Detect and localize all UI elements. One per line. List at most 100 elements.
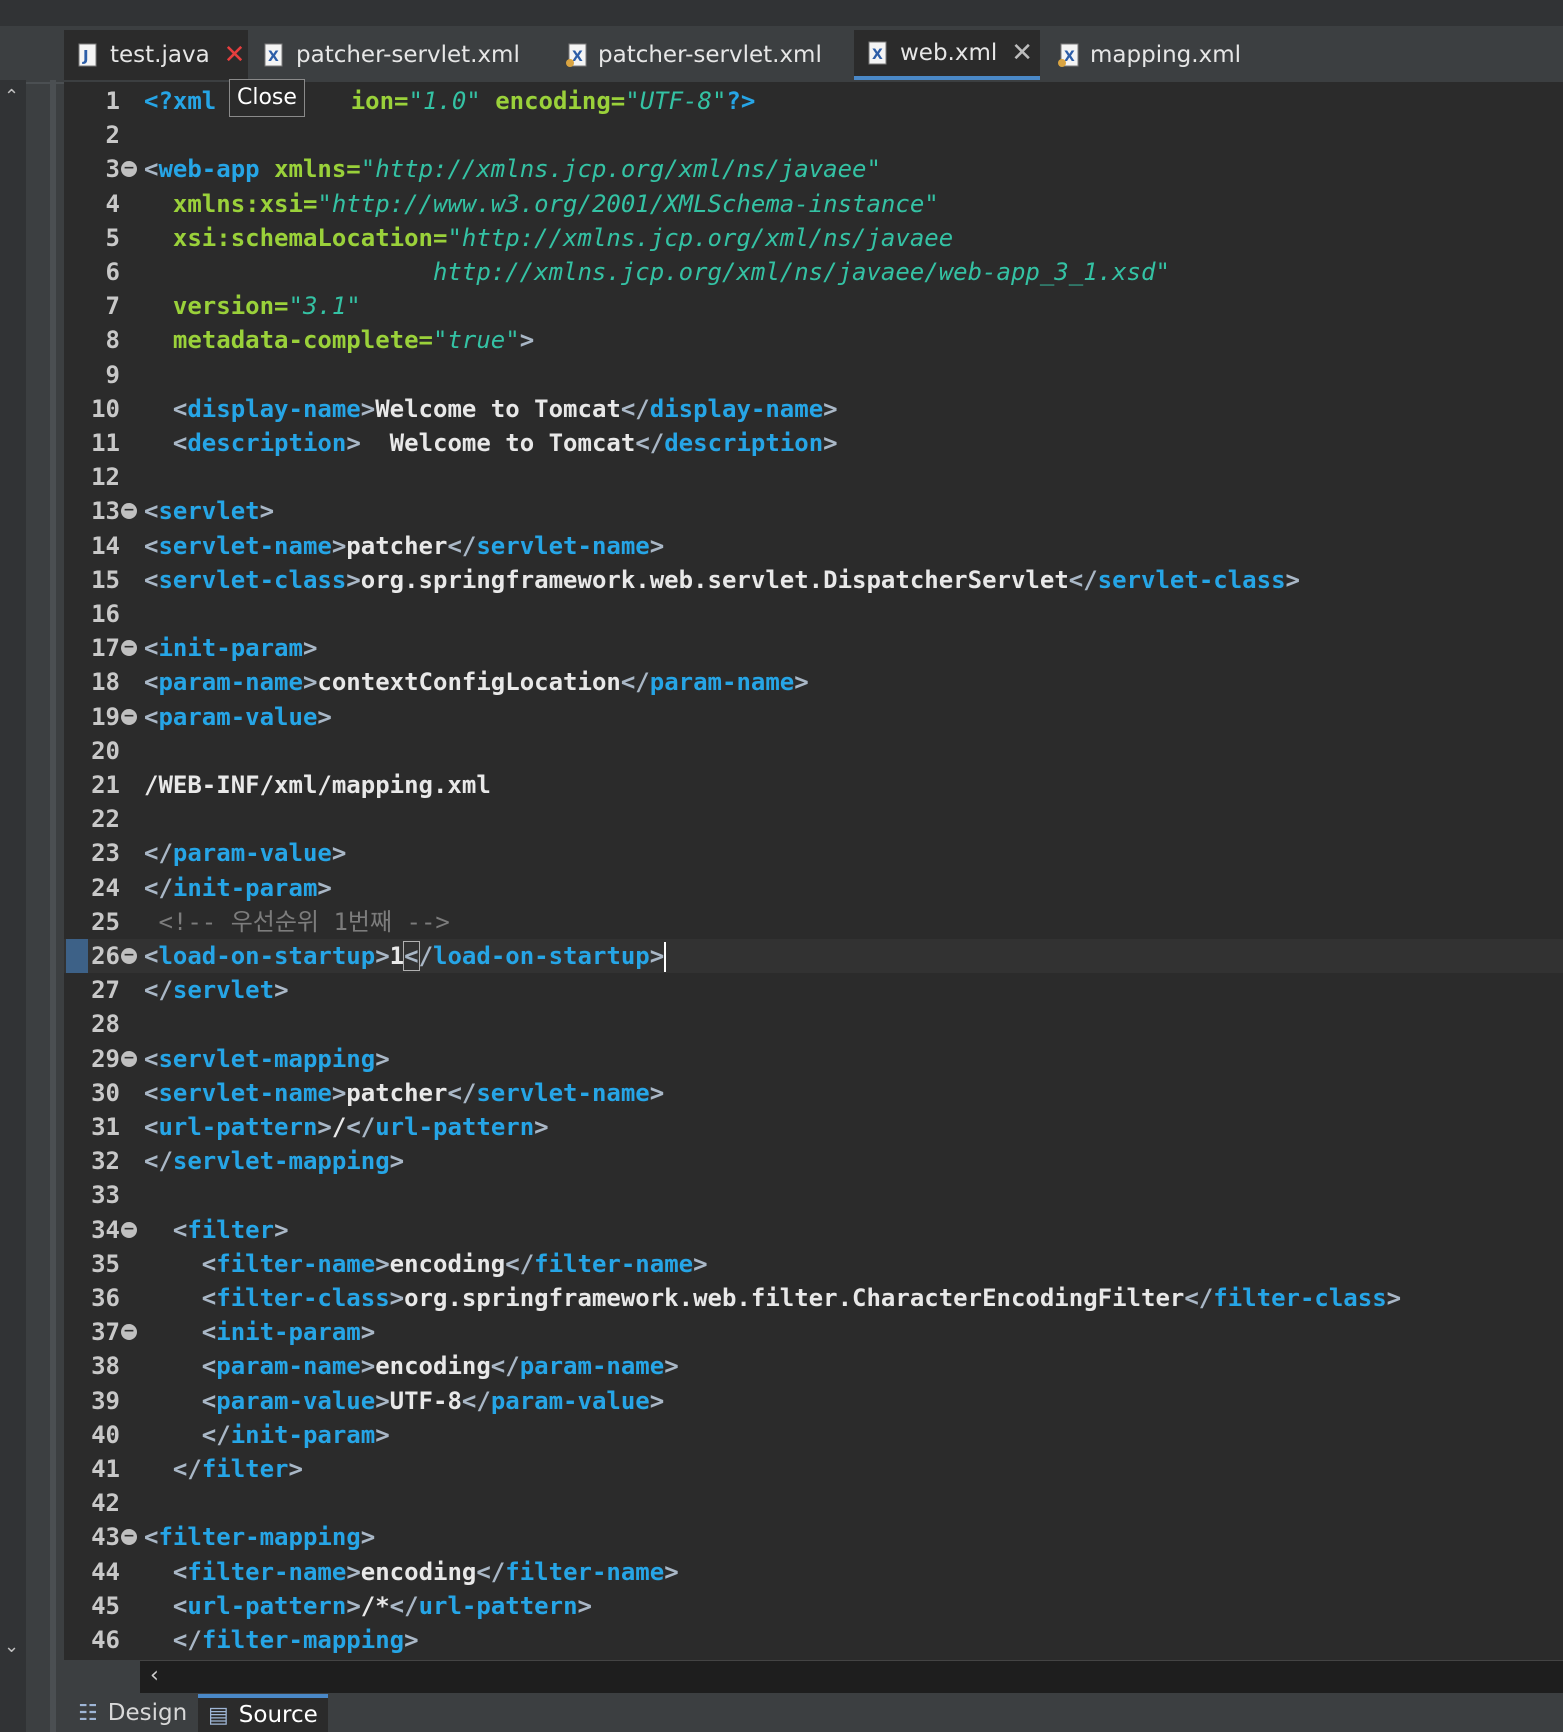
- close-tab-icon[interactable]: ✕: [224, 42, 246, 68]
- code-line[interactable]: 44 <filter-name>encoding</filter-name>: [64, 1555, 1563, 1589]
- code-text[interactable]: </init-param>: [144, 1418, 390, 1452]
- code-text[interactable]: <display-name>Welcome to Tomcat</display…: [144, 392, 838, 426]
- code-text[interactable]: <load-on-startup>1</load-on-startup>: [144, 939, 667, 973]
- code-line[interactable]: 34− <filter>: [64, 1213, 1563, 1247]
- tab-patcher-servlet-xml-2[interactable]: X patcher-servlet.xml: [552, 30, 842, 80]
- code-line[interactable]: 26− <load-on-startup>1</load-on-startup>: [64, 939, 1563, 973]
- code-line[interactable]: 16: [64, 597, 1563, 631]
- code-text[interactable]: <param-value>: [144, 700, 332, 734]
- fold-collapse-icon[interactable]: −: [121, 503, 137, 520]
- code-line[interactable]: 5 xsi:schemaLocation="http://xmlns.jcp.o…: [64, 221, 1563, 255]
- code-line[interactable]: 32 </servlet-mapping>: [64, 1144, 1563, 1178]
- code-text[interactable]: <filter-mapping>: [144, 1520, 375, 1554]
- code-text[interactable]: <param-value>UTF-8</param-value>: [144, 1384, 664, 1418]
- code-text[interactable]: <init-param>: [144, 631, 317, 665]
- close-tab-icon[interactable]: ✕: [1011, 40, 1033, 66]
- code-line[interactable]: 45 <url-pattern>/*</url-pattern>: [64, 1589, 1563, 1623]
- code-line[interactable]: 7 version="3.1": [64, 289, 1563, 323]
- tab-test-java[interactable]: J test.java ✕: [64, 30, 248, 80]
- tab-design[interactable]: ☷ Design: [68, 1694, 187, 1732]
- panel-divider[interactable]: [50, 80, 56, 1732]
- code-text[interactable]: </init-param>: [144, 871, 332, 905]
- code-line[interactable]: 8 metadata-complete="true">: [64, 323, 1563, 357]
- code-line[interactable]: 15 <servlet-class>org.springframework.web…: [64, 563, 1563, 597]
- code-line[interactable]: 3− <web-app xmlns="http://xmlns.jcp.org/x…: [64, 152, 1563, 186]
- code-line[interactable]: 22: [64, 802, 1563, 836]
- code-text[interactable]: <description> Welcome to Tomcat</descrip…: [144, 426, 838, 460]
- code-line[interactable]: 37− <init-param>: [64, 1315, 1563, 1349]
- fold-collapse-icon[interactable]: −: [121, 1221, 137, 1238]
- code-text[interactable]: <!-- 우선순위 1번째 -->: [144, 905, 449, 939]
- code-line[interactable]: 9: [64, 358, 1563, 392]
- code-line[interactable]: 4 xmlns:xsi="http://www.w3.org/2001/XMLS…: [64, 187, 1563, 221]
- code-text[interactable]: </servlet-mapping>: [144, 1144, 404, 1178]
- code-line[interactable]: 42: [64, 1486, 1563, 1520]
- code-line[interactable]: 33: [64, 1178, 1563, 1212]
- code-line[interactable]: 21/WEB-INF/xml/mapping.xml: [64, 768, 1563, 802]
- code-line[interactable]: 14 <servlet-name>patcher</servlet-name>: [64, 529, 1563, 563]
- fold-collapse-icon[interactable]: −: [121, 640, 137, 657]
- code-line[interactable]: 39 <param-value>UTF-8</param-value>: [64, 1384, 1563, 1418]
- code-text[interactable]: version="3.1": [144, 289, 361, 323]
- fold-collapse-icon[interactable]: −: [121, 948, 137, 964]
- code-text[interactable]: <param-name>encoding</param-name>: [144, 1349, 679, 1383]
- code-text[interactable]: <param-name>contextConfigLocation</param…: [144, 665, 809, 699]
- code-text[interactable]: <filter-class>org.springframework.web.fi…: [144, 1281, 1401, 1315]
- code-line[interactable]: 11 <description> Welcome to Tomcat</desc…: [64, 426, 1563, 460]
- code-line[interactable]: 19− <param-value>: [64, 700, 1563, 734]
- code-text[interactable]: <url-pattern>/</url-pattern>: [144, 1110, 549, 1144]
- code-text[interactable]: </filter-mapping>: [144, 1623, 419, 1657]
- code-text[interactable]: xmlns:xsi="http://www.w3.org/2001/XMLSch…: [144, 187, 939, 221]
- code-line[interactable]: 41 </filter>: [64, 1452, 1563, 1486]
- code-text[interactable]: /WEB-INF/xml/mapping.xml: [144, 768, 491, 802]
- code-text[interactable]: <servlet-mapping>: [144, 1042, 390, 1076]
- fold-collapse-icon[interactable]: −: [121, 1050, 137, 1067]
- code-text[interactable]: http://xmlns.jcp.org/xml/ns/javaee/web-a…: [144, 255, 1170, 289]
- code-line[interactable]: 6 http://xmlns.jcp.org/xml/ns/javaee/web…: [64, 255, 1563, 289]
- code-line[interactable]: 2: [64, 118, 1563, 152]
- code-text[interactable]: <servlet>: [144, 494, 274, 528]
- code-text[interactable]: <url-pattern>/*</url-pattern>: [144, 1589, 592, 1623]
- code-text[interactable]: xsi:schemaLocation="http://xmlns.jcp.org…: [144, 221, 953, 255]
- code-line[interactable]: 24 </init-param>: [64, 871, 1563, 905]
- fold-collapse-icon[interactable]: −: [121, 161, 137, 178]
- code-text[interactable]: <servlet-name>patcher</servlet-name>: [144, 529, 664, 563]
- code-line[interactable]: 27 </servlet>: [64, 973, 1563, 1007]
- code-line[interactable]: 38 <param-name>encoding</param-name>: [64, 1349, 1563, 1383]
- code-line[interactable]: 13− <servlet>: [64, 494, 1563, 528]
- scroll-left-icon[interactable]: ‹: [150, 1663, 159, 1688]
- code-line[interactable]: 30 <servlet-name>patcher</servlet-name>: [64, 1076, 1563, 1110]
- code-line[interactable]: 29− <servlet-mapping>: [64, 1042, 1563, 1076]
- tab-patcher-servlet-xml[interactable]: X patcher-servlet.xml: [250, 30, 540, 80]
- code-line[interactable]: 28: [64, 1007, 1563, 1041]
- code-text[interactable]: <servlet-class>org.springframework.web.s…: [144, 563, 1300, 597]
- code-text[interactable]: metadata-complete="true">: [144, 323, 534, 357]
- code-line[interactable]: 23 </param-value>: [64, 836, 1563, 870]
- code-text[interactable]: </param-value>: [144, 836, 346, 870]
- code-line[interactable]: 25 <!-- 우선순위 1번째 -->: [64, 905, 1563, 939]
- code-line[interactable]: 10 <display-name>Welcome to Tomcat</disp…: [64, 392, 1563, 426]
- source-editor[interactable]: 1 <?xml ion="1.0" encoding="UTF-8"?> 2 3− <w…: [64, 82, 1563, 1660]
- code-line[interactable]: 18 <param-name>contextConfigLocation</par…: [64, 665, 1563, 699]
- code-line[interactable]: 43− <filter-mapping>: [64, 1520, 1563, 1554]
- fold-collapse-icon[interactable]: −: [121, 1324, 137, 1341]
- chevron-up-icon[interactable]: ⌃: [4, 86, 19, 107]
- code-text[interactable]: </filter>: [144, 1452, 303, 1486]
- code-text[interactable]: </servlet>: [144, 973, 289, 1007]
- code-line[interactable]: 40 </init-param>: [64, 1418, 1563, 1452]
- fold-collapse-icon[interactable]: −: [121, 1529, 137, 1546]
- tab-web-xml[interactable]: X web.xml ✕: [854, 30, 1040, 80]
- code-text[interactable]: <web-app xmlns="http://xmlns.jcp.org/xml…: [144, 152, 881, 186]
- code-line[interactable]: 35 <filter-name>encoding</filter-name>: [64, 1247, 1563, 1281]
- chevron-down-icon[interactable]: ⌄: [4, 1636, 19, 1657]
- code-line[interactable]: 12: [64, 460, 1563, 494]
- tab-mapping-xml[interactable]: X mapping.xml: [1044, 30, 1264, 80]
- fold-collapse-icon[interactable]: −: [121, 708, 137, 725]
- code-text[interactable]: <filter-name>encoding</filter-name>: [144, 1555, 679, 1589]
- code-line[interactable]: 31 <url-pattern>/</url-pattern>: [64, 1110, 1563, 1144]
- code-line[interactable]: 17− <init-param>: [64, 631, 1563, 665]
- code-text[interactable]: <filter-name>encoding</filter-name>: [144, 1247, 708, 1281]
- horizontal-scrollbar[interactable]: ‹: [140, 1660, 1563, 1693]
- code-line[interactable]: 36 <filter-class>org.springframework.web…: [64, 1281, 1563, 1315]
- code-text[interactable]: <init-param>: [144, 1315, 375, 1349]
